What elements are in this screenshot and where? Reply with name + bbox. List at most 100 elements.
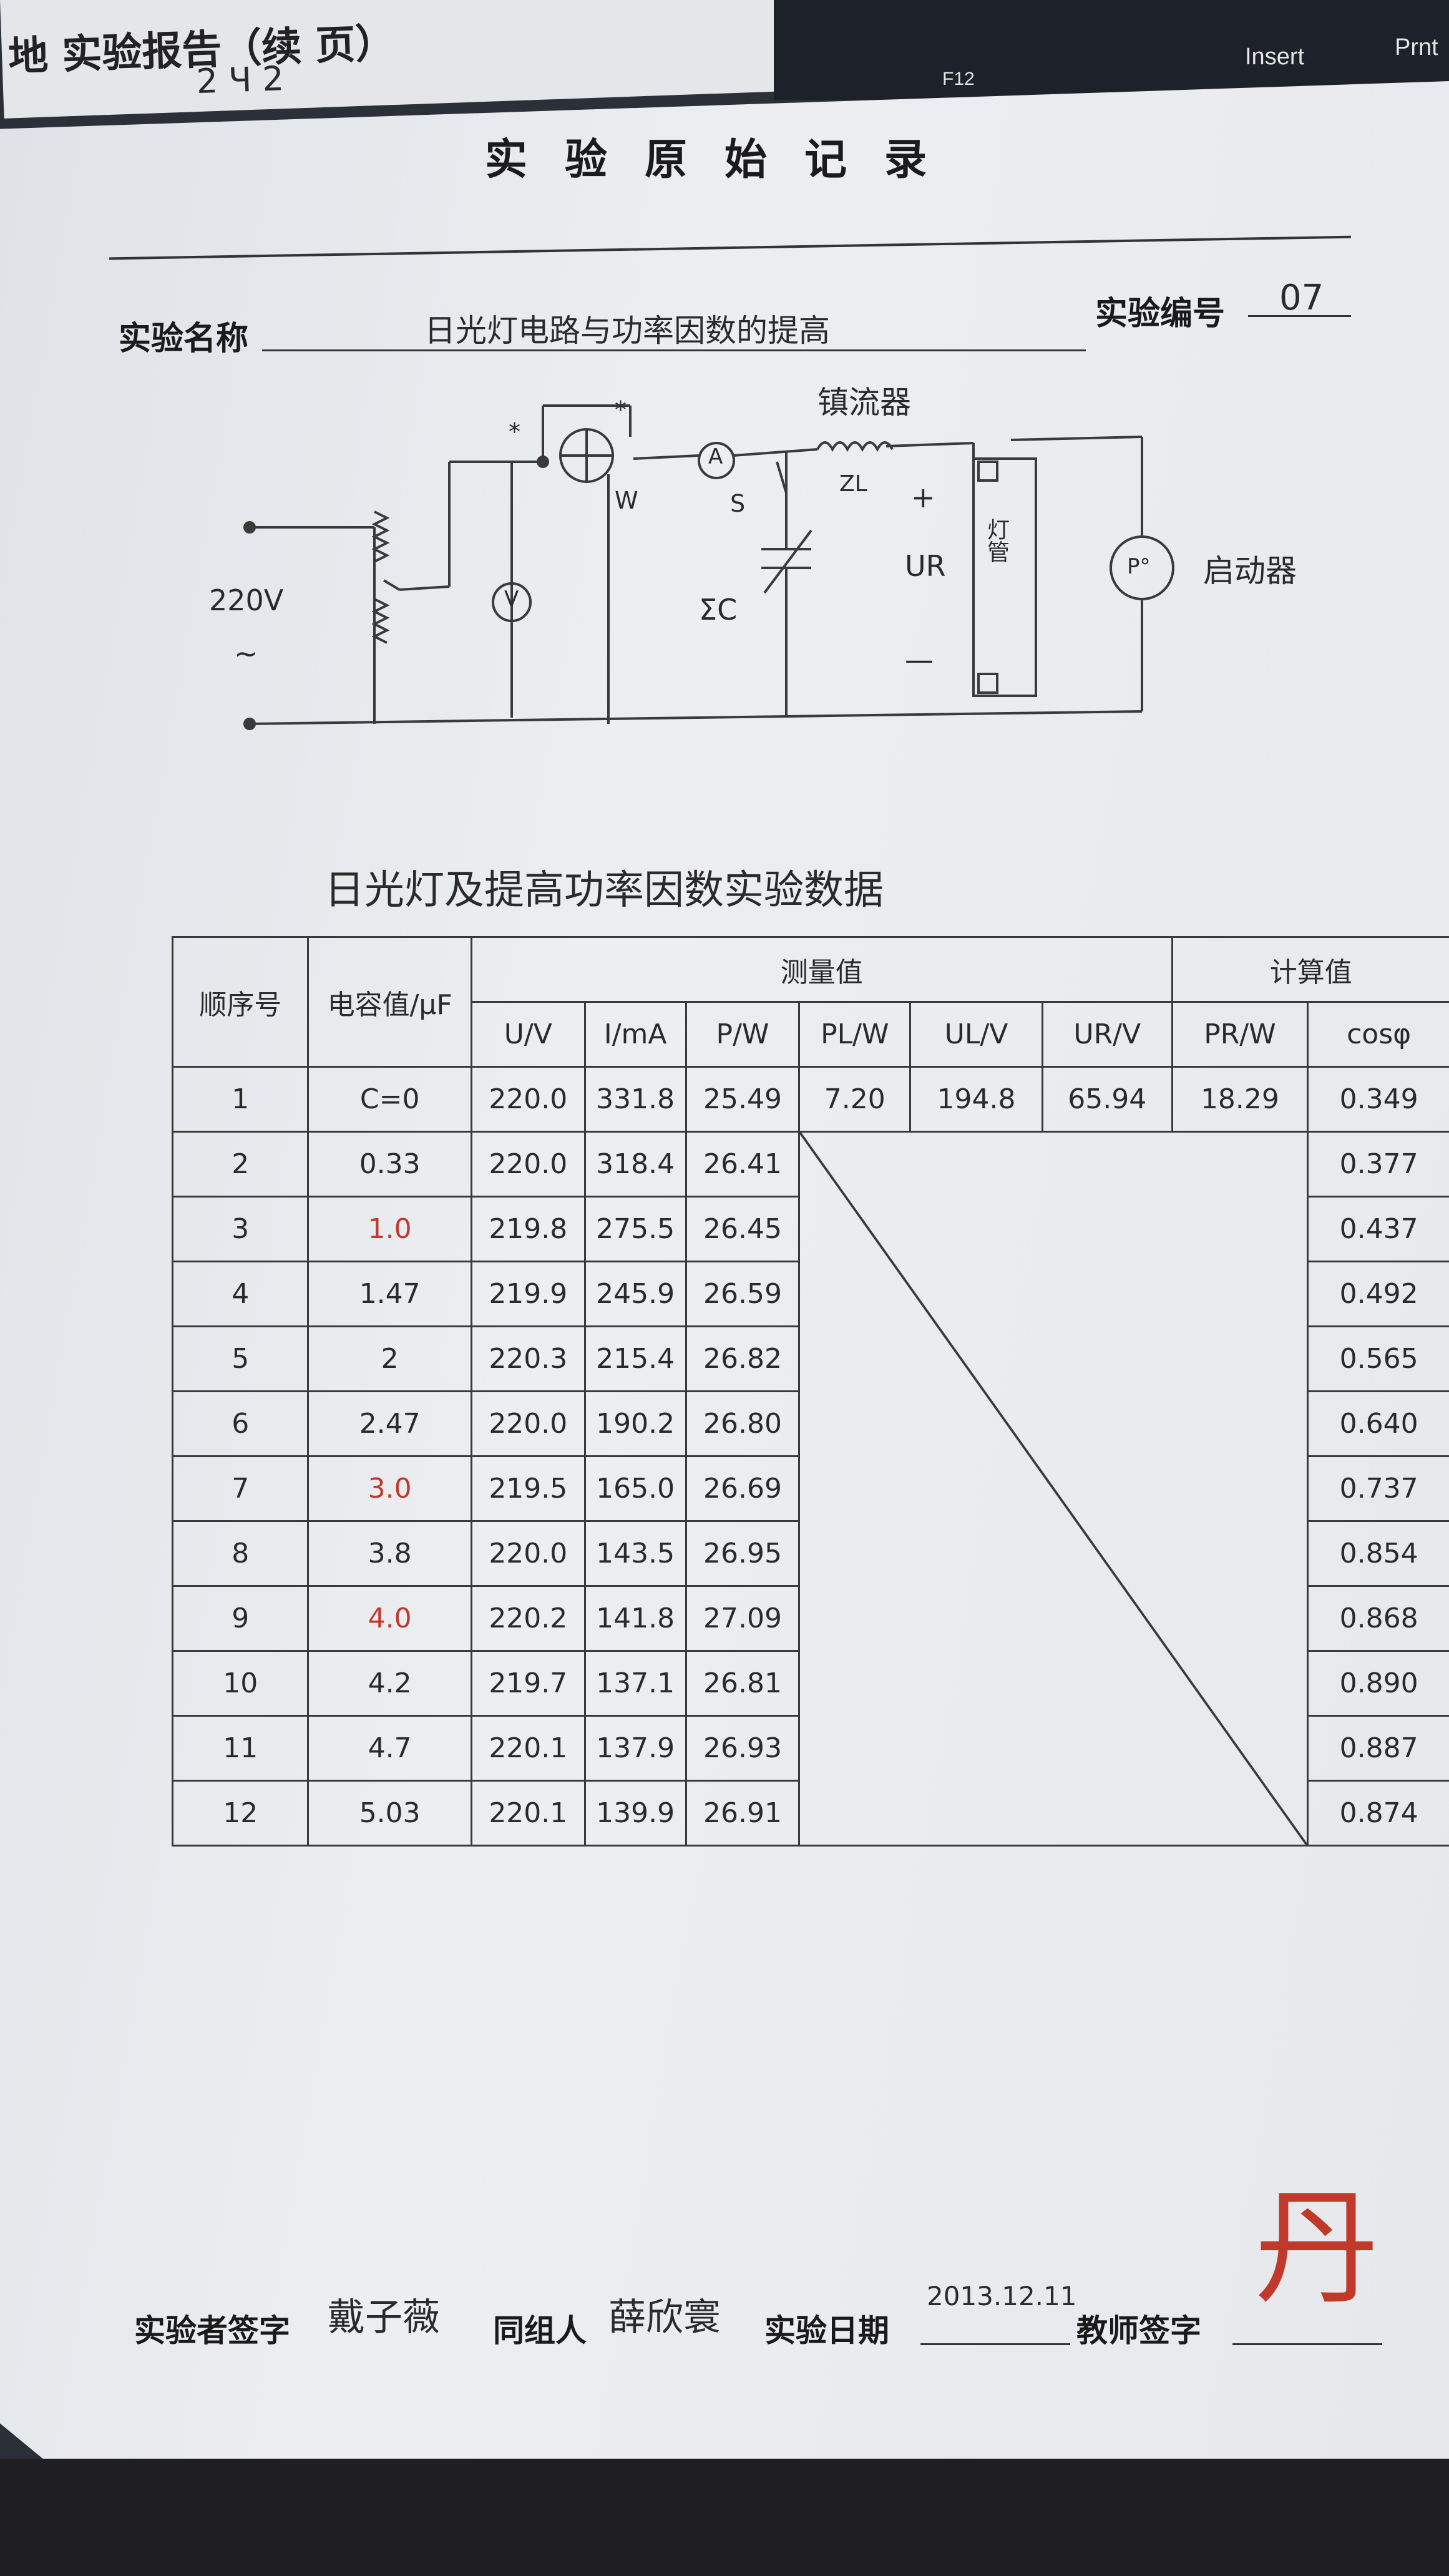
col-p-header: P/W: [685, 1001, 801, 1068]
desk-shadow: [0, 2459, 1449, 2576]
col-cap-header: 电容值/μF: [307, 936, 472, 1068]
cell-seq: 1: [171, 1066, 310, 1133]
col-pr-header: PR/W: [1171, 1001, 1309, 1068]
cell-seq: 12: [171, 1780, 310, 1847]
cell-seq: 5: [171, 1325, 310, 1392]
cell-u: 220.1: [470, 1780, 586, 1847]
cell-u: 220.1: [470, 1715, 586, 1782]
cell-i: 275.5: [583, 1196, 687, 1262]
cell-cap: 3.8: [307, 1520, 472, 1587]
table-header-row: 顺序号 电容值/μF 测量值 计算值: [171, 936, 1449, 1068]
starter-label: 启动器: [1203, 553, 1297, 589]
cell-seq: 2: [171, 1131, 310, 1198]
cell-cos: 0.890: [1307, 1650, 1449, 1717]
cell-cos: 0.868: [1307, 1585, 1449, 1652]
cell-p: 26.93: [685, 1715, 801, 1782]
cell-cap: C=0: [307, 1066, 472, 1133]
cell-p: 26.82: [685, 1325, 801, 1392]
cell-p: 25.49: [685, 1066, 801, 1133]
wattmeter-label: W: [615, 487, 638, 514]
switch-label: S: [730, 490, 746, 517]
cell-cap: 5.03: [307, 1780, 472, 1847]
teacher-signature: 丹: [1254, 2176, 1380, 2321]
col-ur-header: UR/V: [1041, 1001, 1173, 1068]
ammeter-label: A: [708, 444, 723, 469]
cell-cos: 0.377: [1307, 1131, 1449, 1198]
cell-u: 219.5: [470, 1455, 586, 1522]
source-label: 220V: [209, 583, 284, 617]
cell-p: 26.81: [685, 1650, 801, 1717]
cell-ul: 194.8: [909, 1066, 1043, 1133]
voltmeter-label: V: [504, 587, 519, 612]
table-row: 1 C=0 220.0 331.8 25.49 7.20 194.8 65.94…: [171, 1066, 1449, 1133]
cell-cos: 0.349: [1307, 1066, 1449, 1133]
cell-u: 219.7: [470, 1650, 586, 1717]
table-title: 日光灯及提高功率因数实验数据: [324, 867, 884, 914]
cell-pl: 7.20: [798, 1066, 912, 1133]
cell-cos: 0.565: [1307, 1325, 1449, 1392]
cell-p: 26.69: [685, 1455, 801, 1522]
cell-cos: 0.854: [1307, 1520, 1449, 1587]
date-label: 实验日期: [764, 2312, 889, 2349]
cell-p: 26.95: [685, 1520, 801, 1587]
cell-i: 190.2: [583, 1390, 687, 1457]
cell-p: 26.59: [685, 1261, 801, 1327]
cell-p: 26.91: [685, 1780, 801, 1847]
capacitor-label: ΣC: [699, 593, 738, 627]
cell-ur: 65.94: [1041, 1066, 1173, 1133]
cell-cos: 0.492: [1307, 1261, 1449, 1327]
plus-sign: +: [911, 481, 935, 514]
cell-seq: 3: [171, 1196, 310, 1262]
col-u-header: U/V: [470, 1001, 586, 1068]
cell-u: 220.0: [470, 1390, 586, 1457]
col-pl-header: PL/W: [798, 1001, 912, 1068]
cell-cap: 2.47: [307, 1390, 472, 1457]
cell-seq: 9: [171, 1585, 310, 1652]
cell-cap: 1.47: [307, 1261, 472, 1327]
cell-i: 143.5: [583, 1520, 687, 1587]
cell-seq: 8: [171, 1520, 310, 1587]
lamp-tube-icon: [972, 457, 1037, 697]
cell-u: 219.9: [470, 1261, 586, 1327]
cell-i: 137.1: [583, 1650, 687, 1717]
col-seq-header: 顺序号: [171, 936, 310, 1068]
cell-i: 245.9: [583, 1261, 687, 1327]
cell-pr: 18.29: [1171, 1066, 1309, 1133]
minus-sign: —: [905, 643, 934, 676]
cell-cos: 0.887: [1307, 1715, 1449, 1782]
cell-cap: 4.2: [307, 1650, 472, 1717]
circuit-diagram: [243, 404, 1174, 730]
terminal-dots: [243, 456, 549, 730]
cell-p: 26.41: [685, 1131, 801, 1198]
cell-i: 139.9: [583, 1780, 687, 1847]
cell-cap: 2: [307, 1325, 472, 1392]
starter-symbol: P°: [1127, 554, 1151, 579]
cell-cos: 0.640: [1307, 1390, 1449, 1457]
cell-p: 26.80: [685, 1390, 801, 1457]
date-value: 2013.12.11: [927, 2281, 1077, 2311]
cell-cap: 4.0: [307, 1585, 472, 1652]
data-table: 顺序号 电容值/μF 测量值 计算值 U/V I/mA P/W PL/W UL/…: [171, 936, 1449, 1847]
experimenter-signature: 戴子薇: [328, 2296, 440, 2339]
cell-i: 141.8: [583, 1585, 687, 1652]
cell-cap: 3.0: [307, 1455, 472, 1522]
teacher-label: 教师签字: [1076, 2312, 1201, 2349]
lamp-label: 灯管: [983, 518, 1009, 563]
cell-u: 220.2: [470, 1585, 586, 1652]
zl-label: ZL: [839, 471, 867, 497]
cell-u: 220.3: [470, 1325, 586, 1392]
source-symbol: ~: [234, 637, 258, 670]
cell-seq: 11: [171, 1715, 310, 1782]
cell-cos: 0.874: [1307, 1780, 1449, 1847]
star-mark: *: [509, 418, 520, 446]
cell-i: 165.0: [583, 1455, 687, 1522]
partner-label: 同组人: [493, 2312, 587, 2349]
date-blank: [920, 2309, 1070, 2345]
calculated-group-header: 计算值: [1171, 936, 1449, 1003]
cell-p: 26.45: [685, 1196, 801, 1262]
cell-p: 27.09: [685, 1585, 801, 1652]
cell-i: 331.8: [583, 1066, 687, 1133]
ur-label: UR: [905, 549, 946, 583]
cell-cos: 0.437: [1307, 1196, 1449, 1262]
cell-seq: 10: [171, 1650, 310, 1717]
